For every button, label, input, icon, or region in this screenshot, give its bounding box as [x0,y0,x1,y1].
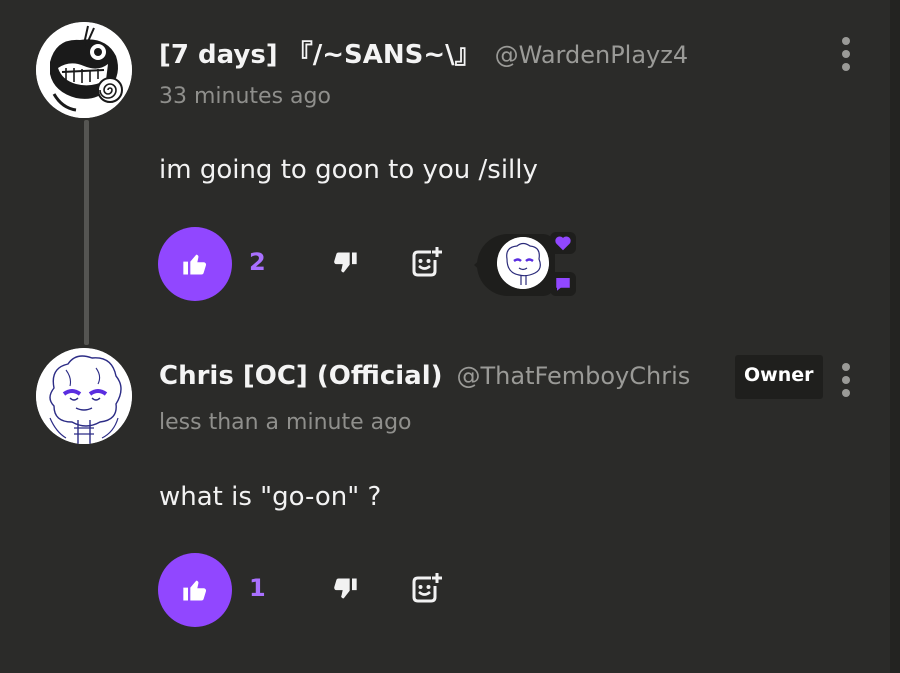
comment-timestamp[interactable]: 33 minutes ago [159,84,331,109]
author-handle[interactable]: @ThatFemboyChris [457,362,691,390]
more-options-icon[interactable] [839,363,853,397]
owner-badge: Owner [735,355,823,399]
thumbs-down-icon [334,252,357,273]
author-name[interactable]: Chris [OC] (Official) [159,361,443,391]
comment-text: what is "go-on" ? [159,482,382,512]
add-reaction-button[interactable] [408,244,444,280]
comment-timestamp[interactable]: less than a minute ago [159,410,412,435]
add-reaction-icon [412,247,442,277]
heart-icon [550,232,576,254]
add-reaction-icon [412,573,442,603]
comment-text: im going to goon to you /silly [159,155,538,185]
thumbs-down-icon [334,578,357,599]
like-count: 2 [249,248,266,276]
reply-thread-line [84,120,89,345]
dislike-button[interactable] [328,574,362,604]
comment-header: Chris [OC] (Official) @ThatFemboyChris [159,361,690,391]
scrollbar-track[interactable] [890,0,900,673]
thumbs-up-icon [183,254,207,275]
thumbs-up-icon [183,580,207,601]
like-button[interactable] [158,553,232,627]
more-options-icon[interactable] [839,37,853,71]
like-button[interactable] [158,227,232,301]
dislike-button[interactable] [328,248,362,278]
comment-bubble-icon [550,272,576,296]
like-count: 1 [249,574,266,602]
add-reaction-button[interactable] [408,570,444,606]
avatar[interactable] [36,22,132,118]
author-handle[interactable]: @WardenPlayz4 [495,41,688,69]
comment-header: [7 days] 『/~SANS~\』 @WardenPlayz4 [159,34,688,71]
creator-avatar [497,237,549,289]
avatar[interactable] [36,348,132,444]
author-name[interactable]: [7 days] 『/~SANS~\』 [159,34,481,71]
